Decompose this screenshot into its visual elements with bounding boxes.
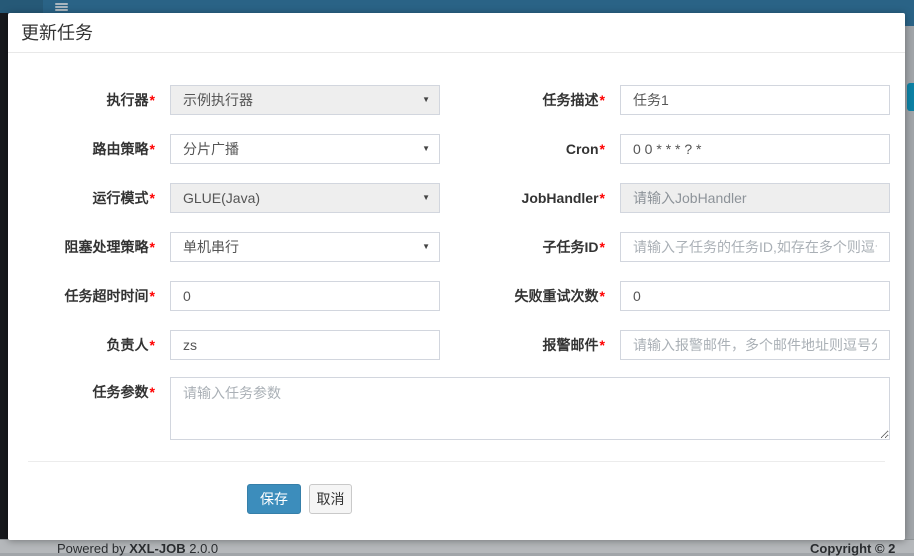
required-asterisk: * <box>150 384 155 400</box>
alarm-email-input[interactable] <box>620 330 890 360</box>
field-job-handler: JobHandler* <box>468 183 898 213</box>
required-asterisk: * <box>600 337 605 353</box>
chevron-down-icon: ▼ <box>422 233 430 261</box>
block-strategy-select[interactable]: 单机串行 ▼ <box>170 232 440 262</box>
executor-label: 执行器* <box>18 85 170 115</box>
glue-type-label: 运行模式* <box>18 183 170 213</box>
required-asterisk: * <box>600 239 605 255</box>
timeout-label: 任务超时时间* <box>18 281 170 311</box>
job-param-textarea[interactable] <box>170 377 890 440</box>
field-job-desc: 任务描述* <box>468 85 898 115</box>
field-block-strategy: 阻塞处理策略* 单机串行 ▼ <box>18 232 448 262</box>
required-asterisk: * <box>150 337 155 353</box>
field-glue-type: 运行模式* GLUE(Java) ▼ <box>18 183 448 213</box>
alarm-email-label: 报警邮件* <box>468 330 620 360</box>
route-strategy-select[interactable]: 分片广播 ▼ <box>170 134 440 164</box>
child-job-id-label: 子任务ID* <box>468 232 620 262</box>
background-button-edge <box>907 83 914 111</box>
job-handler-input <box>620 183 890 213</box>
fail-retry-input[interactable] <box>620 281 890 311</box>
field-fail-retry: 失败重试次数* <box>468 281 898 311</box>
required-asterisk: * <box>150 92 155 108</box>
cron-input[interactable] <box>620 134 890 164</box>
powered-by-text: Powered by XXL-JOB 2.0.0 <box>57 541 218 556</box>
route-strategy-label: 路由策略* <box>18 134 170 164</box>
chevron-down-icon: ▼ <box>422 184 430 212</box>
required-asterisk: * <box>600 288 605 304</box>
required-asterisk: * <box>150 190 155 206</box>
copyright-text: Copyright © 2 <box>810 541 895 556</box>
job-desc-label: 任务描述* <box>468 85 620 115</box>
chevron-down-icon: ▼ <box>422 135 430 163</box>
route-strategy-select-value: 分片广播 <box>171 135 439 163</box>
block-strategy-label: 阻塞处理策略* <box>18 232 170 262</box>
field-child-job-id: 子任务ID* <box>468 232 898 262</box>
glue-type-select-value: GLUE(Java) <box>171 184 439 212</box>
job-handler-label: JobHandler* <box>468 183 620 213</box>
job-desc-input[interactable] <box>620 85 890 115</box>
glue-type-select: GLUE(Java) ▼ <box>170 183 440 213</box>
executor-select: 示例执行器 ▼ <box>170 85 440 115</box>
page-footer: Powered by XXL-JOB 2.0.0 Copyright © 2 <box>0 539 914 553</box>
timeout-input[interactable] <box>170 281 440 311</box>
cancel-button[interactable]: 取消 <box>309 484 352 514</box>
cron-label: Cron* <box>468 134 620 164</box>
required-asterisk: * <box>600 190 605 206</box>
required-asterisk: * <box>150 141 155 157</box>
child-job-id-input[interactable] <box>620 232 890 262</box>
field-timeout: 任务超时时间* <box>18 281 448 311</box>
save-button[interactable]: 保存 <box>247 484 301 514</box>
field-owner: 负责人* <box>18 330 448 360</box>
executor-select-value: 示例执行器 <box>171 86 439 114</box>
owner-input[interactable] <box>170 330 440 360</box>
chevron-down-icon: ▼ <box>422 86 430 114</box>
field-executor: 执行器* 示例执行器 ▼ <box>18 85 448 115</box>
sidebar-edge <box>0 13 8 540</box>
sidebar-toggle-hamburger-icon <box>55 3 68 12</box>
block-strategy-select-value: 单机串行 <box>171 233 439 261</box>
buttons-divider <box>28 461 885 462</box>
dialog-title: 更新任务 <box>8 13 905 53</box>
brand-name: XXL-JOB <box>129 541 185 556</box>
required-asterisk: * <box>600 92 605 108</box>
fail-retry-label: 失败重试次数* <box>468 281 620 311</box>
field-alarm-email: 报警邮件* <box>468 330 898 360</box>
owner-label: 负责人* <box>18 330 170 360</box>
job-param-label: 任务参数* <box>18 377 170 407</box>
required-asterisk: * <box>150 288 155 304</box>
field-cron: Cron* <box>468 134 898 164</box>
required-asterisk: * <box>600 141 605 157</box>
required-asterisk: * <box>150 239 155 255</box>
field-route-strategy: 路由策略* 分片广播 ▼ <box>18 134 448 164</box>
field-job-param: 任务参数* <box>18 377 448 440</box>
update-task-dialog: 更新任务 执行器* 示例执行器 ▼ 任务描述* 路由策略* 分片广播 ▼ Cro… <box>8 13 905 540</box>
